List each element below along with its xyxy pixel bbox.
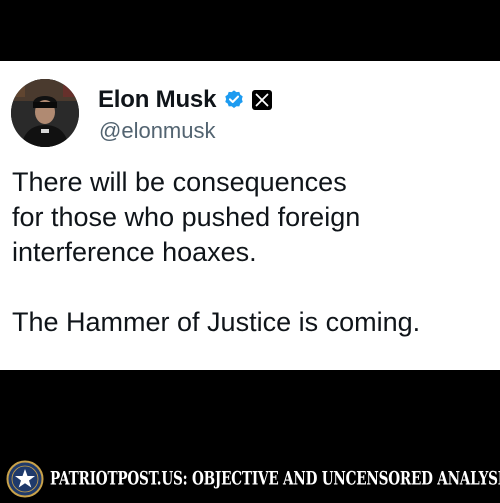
handle[interactable]: @elonmusk: [99, 118, 216, 144]
star-emblem-icon: [6, 460, 44, 498]
tweet-line: There will be consequences: [12, 167, 347, 197]
footer-text: PATRIOTPOST.US: OBJECTIVE AND UNCENSORED…: [50, 468, 500, 490]
tweet-card: Elon Musk @elonmusk There will be conseq…: [0, 61, 500, 370]
watermark-footer: PATRIOTPOST.US: OBJECTIVE AND UNCENSORED…: [0, 458, 500, 500]
tweet-line: The Hammer of Justice is coming.: [12, 307, 421, 337]
name-row: Elon Musk: [98, 85, 273, 115]
avatar-image: [11, 79, 79, 147]
avatar[interactable]: [11, 79, 79, 147]
x-logo-icon: [252, 90, 273, 110]
tweet-line: for those who pushed foreign: [12, 202, 361, 232]
tweet-text: There will be consequences for those who…: [12, 165, 492, 340]
verified-badge-icon: [223, 89, 245, 111]
tweet-line: interference hoaxes.: [12, 237, 257, 267]
display-name[interactable]: Elon Musk: [98, 86, 216, 114]
